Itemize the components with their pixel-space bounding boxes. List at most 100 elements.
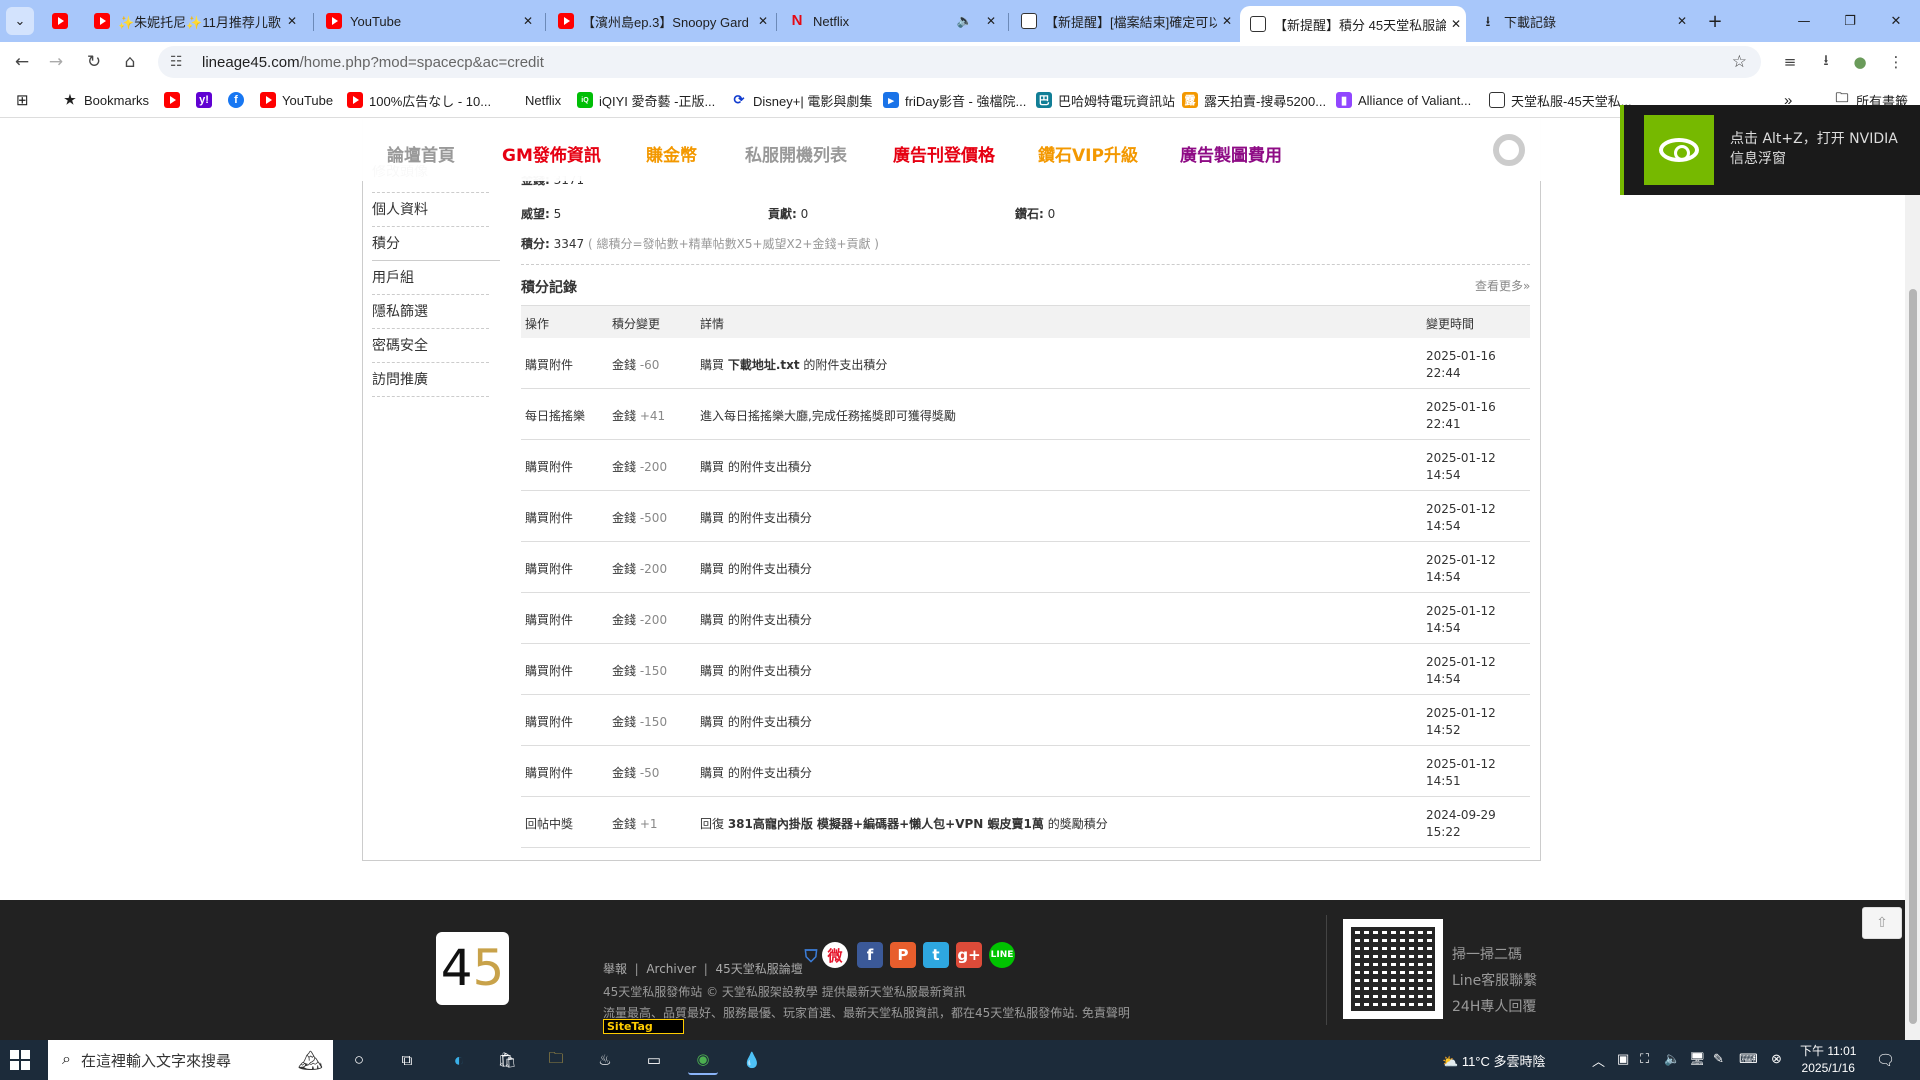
view-more-link[interactable]: 查看更多»: [1475, 277, 1530, 294]
google-plus-icon[interactable]: g+: [956, 942, 982, 968]
tab-1[interactable]: ✨朱妮托尼✨11月推荐儿歌 ✕: [84, 6, 302, 36]
window-close-button[interactable]: ✕: [1882, 7, 1910, 35]
speaker-icon[interactable]: 🔈: [957, 13, 973, 29]
bookmark-iqiyi[interactable]: iQ iQIYI 愛奇藝 -正版...: [577, 90, 715, 110]
bookmark-lineage45[interactable]: 天堂私服-45天堂私...: [1489, 90, 1632, 110]
bookmark-yahoo[interactable]: y!: [196, 90, 218, 110]
sidebar-item-privacy[interactable]: 隱私篩選: [372, 295, 489, 329]
bookmark-facebook[interactable]: f: [228, 90, 250, 110]
task-view-icon[interactable]: ⧉: [392, 1045, 422, 1075]
bookmark-alliance[interactable]: ▮ Alliance of Valiant...: [1336, 90, 1471, 110]
reload-button[interactable]: ↻: [80, 48, 108, 76]
volume-icon[interactable]: 🔈: [1664, 1051, 1680, 1067]
forum-link[interactable]: 45天堂私服論壇: [715, 962, 802, 976]
sitetag-badge[interactable]: SiteTag: [603, 1019, 684, 1034]
tray-overflow-icon[interactable]: ︿: [1592, 1051, 1605, 1070]
bookmark-bahamut[interactable]: 巴巴哈姆特電玩資訊站: [1036, 90, 1175, 110]
address-bar[interactable]: ☷ lineage45.com/home.php?mod=spacecp&ac=…: [158, 46, 1761, 78]
profile-avatar[interactable]: ●: [1848, 50, 1872, 74]
tab-7[interactable]: ⭳ 下載記錄 ✕: [1470, 6, 1692, 36]
plurk-icon[interactable]: P: [890, 942, 916, 968]
nav-forum-home[interactable]: 論壇首頁: [387, 141, 455, 166]
nav-ad-design-fee[interactable]: 廣告製圖費用: [1180, 141, 1282, 166]
tray-app-icon[interactable]: ▣: [1617, 1051, 1629, 1067]
tab-5[interactable]: 【新提醒】[檔案結束]確定可以 ✕: [1011, 6, 1237, 36]
back-to-top-button[interactable]: ⇧: [1862, 907, 1902, 939]
tab-2[interactable]: YouTube ✕: [316, 6, 538, 36]
media-control-icon[interactable]: ≡: [1778, 50, 1802, 74]
sidebar-item-password[interactable]: 密碼安全: [372, 329, 489, 363]
tab-6-active[interactable]: 【新提醒】積分 45天堂私服論 ✕: [1240, 6, 1466, 42]
url-text[interactable]: lineage45.com/home.php?mod=spacecp&ac=cr…: [202, 54, 544, 71]
weather-widget[interactable]: ⛅ 11°C 多雲時陰: [1442, 1051, 1546, 1070]
home-button[interactable]: ⌂: [116, 48, 144, 76]
restore-button[interactable]: ❐: [1836, 7, 1864, 35]
bookmark-youtube-1[interactable]: [164, 90, 186, 110]
close-icon[interactable]: ✕: [1217, 14, 1237, 28]
bookmark-netflix[interactable]: N Netflix: [503, 90, 561, 110]
forward-button[interactable]: →: [42, 48, 70, 76]
twitter-icon[interactable]: t: [923, 942, 949, 968]
nav-gm-news[interactable]: GM發佈資訊: [502, 141, 601, 166]
bookmark-friday[interactable]: ▸ friDay影音 - 強檔院...: [883, 90, 1026, 110]
keyboard-icon[interactable]: ⌨: [1739, 1051, 1758, 1067]
back-button[interactable]: ←: [8, 48, 36, 76]
close-icon[interactable]: ✕: [518, 14, 538, 28]
tab-4[interactable]: N Netflix 🔈 ✕: [779, 6, 1001, 36]
bookmark-youtube-2[interactable]: YouTube: [260, 90, 333, 110]
archiver-link[interactable]: Archiver: [646, 962, 696, 976]
taskbar-search[interactable]: ⌕ 在這裡輸入文字來搜尋 🏔: [48, 1040, 333, 1080]
minimize-button[interactable]: —: [1790, 7, 1818, 35]
detail-link[interactable]: 下載地址.txt: [728, 358, 800, 372]
security-shield-icon[interactable]: ⛉: [798, 944, 824, 970]
edge-icon[interactable]: ◐: [444, 1045, 474, 1075]
pen-icon[interactable]: ✎: [1713, 1051, 1724, 1067]
sidebar-item-usergroup[interactable]: 用戶組: [372, 261, 489, 295]
app-icon[interactable]: 💧: [737, 1045, 767, 1075]
close-icon[interactable]: ✕: [753, 14, 773, 28]
close-icon[interactable]: ✕: [1446, 17, 1466, 31]
scrollbar-thumb[interactable]: [1909, 289, 1917, 1024]
nav-ad-price[interactable]: 廣告刊登價格: [893, 141, 995, 166]
sidebar-item-profile[interactable]: 個人資料: [372, 193, 489, 227]
apps-icon[interactable]: ⊞: [16, 90, 29, 110]
tab-search-button[interactable]: ⌄: [6, 7, 34, 35]
report-link[interactable]: 舉報: [603, 962, 627, 976]
site-info-icon[interactable]: ☷: [170, 54, 188, 70]
cortana-icon[interactable]: ○: [344, 1045, 374, 1075]
store-icon[interactable]: 🛍: [492, 1045, 522, 1075]
sidebar-item-credits[interactable]: 積分: [372, 227, 500, 261]
close-icon[interactable]: ✕: [981, 14, 1001, 28]
menu-icon[interactable]: ⋮: [1884, 50, 1908, 74]
gear-icon[interactable]: [1493, 134, 1525, 166]
terminal-icon[interactable]: ▭: [639, 1045, 669, 1075]
close-icon[interactable]: ✕: [1672, 14, 1692, 28]
network-icon[interactable]: 🖥: [1689, 1051, 1706, 1067]
tab-0[interactable]: [42, 6, 82, 36]
nav-server-list[interactable]: 私服開機列表: [745, 141, 847, 166]
bookmark-folder[interactable]: ★ Bookmarks: [62, 90, 149, 110]
bookmark-star-icon[interactable]: ☆: [1732, 52, 1747, 72]
page-scrollbar[interactable]: [1905, 119, 1920, 1040]
site-logo[interactable]: 45: [436, 932, 509, 1005]
close-icon[interactable]: ✕: [282, 14, 302, 28]
sidebar-item-promotion[interactable]: 訪問推廣: [372, 363, 489, 397]
nvidia-overlay-toast[interactable]: 点击 Alt+Z，打开 NVIDIA 信息浮窗: [1620, 105, 1920, 195]
notification-icon[interactable]: 🗨: [1876, 1051, 1895, 1069]
taskbar-clock[interactable]: 下午 11:01 2025/1/16: [1800, 1043, 1856, 1077]
steam-icon[interactable]: ♨: [590, 1045, 620, 1075]
nav-vip-upgrade[interactable]: 鑽石VIP升級: [1038, 141, 1138, 166]
file-explorer-icon[interactable]: 🗀: [541, 1045, 571, 1075]
tab-3[interactable]: 【濱州島ep.3】Snoopy Gard ✕: [548, 6, 773, 36]
downloads-icon[interactable]: ⭳: [1814, 50, 1838, 74]
tray-camera-icon[interactable]: ⛶: [1640, 1051, 1649, 1067]
bookmark-disney[interactable]: ⟳ Disney+| 電影與劇集: [731, 90, 873, 110]
chrome-icon[interactable]: ◉: [688, 1045, 718, 1075]
bookmark-ruten[interactable]: 露露天拍賣-搜尋5200...: [1182, 90, 1326, 110]
weibo-icon[interactable]: 微: [822, 942, 848, 968]
bookmark-youtube-3[interactable]: 100%広告なし - 10...: [347, 90, 491, 110]
ime-icon[interactable]: ⊗: [1771, 1051, 1782, 1067]
facebook-icon[interactable]: f: [857, 942, 883, 968]
detail-link[interactable]: 381高寵內掛版 模擬器+編碼器+懶人包+VPN 蝦皮賣1萬: [728, 817, 1044, 831]
nav-earn-gold[interactable]: 賺金幣: [646, 141, 697, 166]
